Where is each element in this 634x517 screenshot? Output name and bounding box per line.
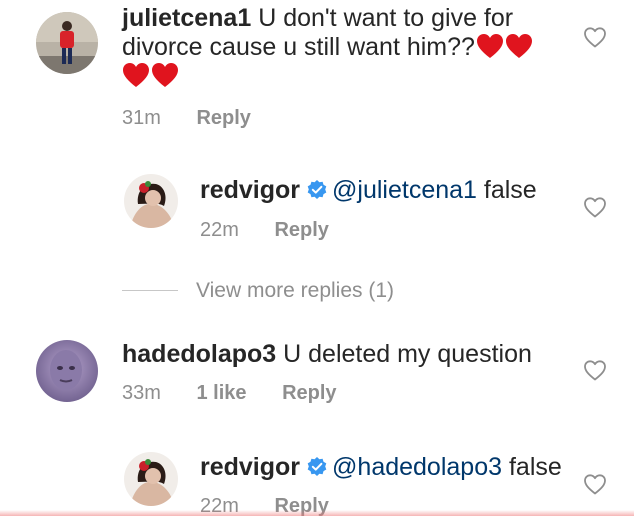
heart-outline-icon[interactable]	[582, 24, 608, 50]
view-more-replies-label[interactable]: View more replies (1)	[196, 278, 394, 304]
red-heart-emoji-icon	[505, 34, 532, 58]
reply-body: false	[508, 453, 562, 481]
comment-time: 33m	[122, 382, 161, 404]
mention-link[interactable]: @julietcena1	[332, 176, 477, 204]
reply-button[interactable]: Reply	[274, 219, 328, 241]
comment-username[interactable]: julietcena1	[122, 4, 251, 32]
comment-text: hadedolapo3 U deleted my question	[122, 340, 532, 369]
divider-line	[122, 290, 178, 291]
comment-body: U deleted my question	[283, 340, 532, 368]
mention-link[interactable]: @hadedolapo3	[332, 453, 502, 481]
verified-badge-icon	[307, 457, 327, 476]
reply-username[interactable]: redvigor	[200, 453, 300, 481]
reply-button[interactable]: Reply	[282, 382, 336, 404]
comment-time: 31m	[122, 107, 161, 129]
red-heart-emoji-icon	[152, 63, 178, 87]
heart-outline-icon[interactable]	[582, 471, 608, 497]
avatar-hadedolapo3[interactable]	[36, 340, 98, 402]
bottom-edge-fade	[0, 510, 634, 516]
reply-time: 22m	[200, 219, 239, 241]
reply-text: redvigor @hadedolapo3 false	[200, 453, 562, 482]
comment-meta: 31m Reply	[122, 107, 281, 129]
reply-body: false	[483, 176, 537, 204]
reply-username[interactable]: redvigor	[200, 176, 300, 204]
verified-badge-icon	[307, 180, 327, 199]
comment-text: julietcena1 U don't want to give for div…	[122, 4, 552, 91]
reply-text: redvigor @julietcena1 false	[200, 176, 537, 205]
comment-meta: 33m 1 like Reply	[122, 382, 367, 404]
heart-outline-icon[interactable]	[582, 357, 608, 383]
reply-meta: 22m Reply	[200, 219, 359, 241]
heart-outline-icon[interactable]	[582, 194, 608, 220]
likes-count[interactable]: 1 like	[196, 382, 246, 404]
avatar-redvigor[interactable]	[124, 452, 178, 506]
avatar-redvigor[interactable]	[124, 174, 178, 228]
red-heart-emoji-icon	[123, 63, 149, 87]
comment-username[interactable]: hadedolapo3	[122, 340, 276, 368]
avatar-julietcena1[interactable]	[36, 12, 98, 74]
red-heart-emoji-icon	[476, 34, 503, 58]
reply-button[interactable]: Reply	[196, 107, 250, 129]
